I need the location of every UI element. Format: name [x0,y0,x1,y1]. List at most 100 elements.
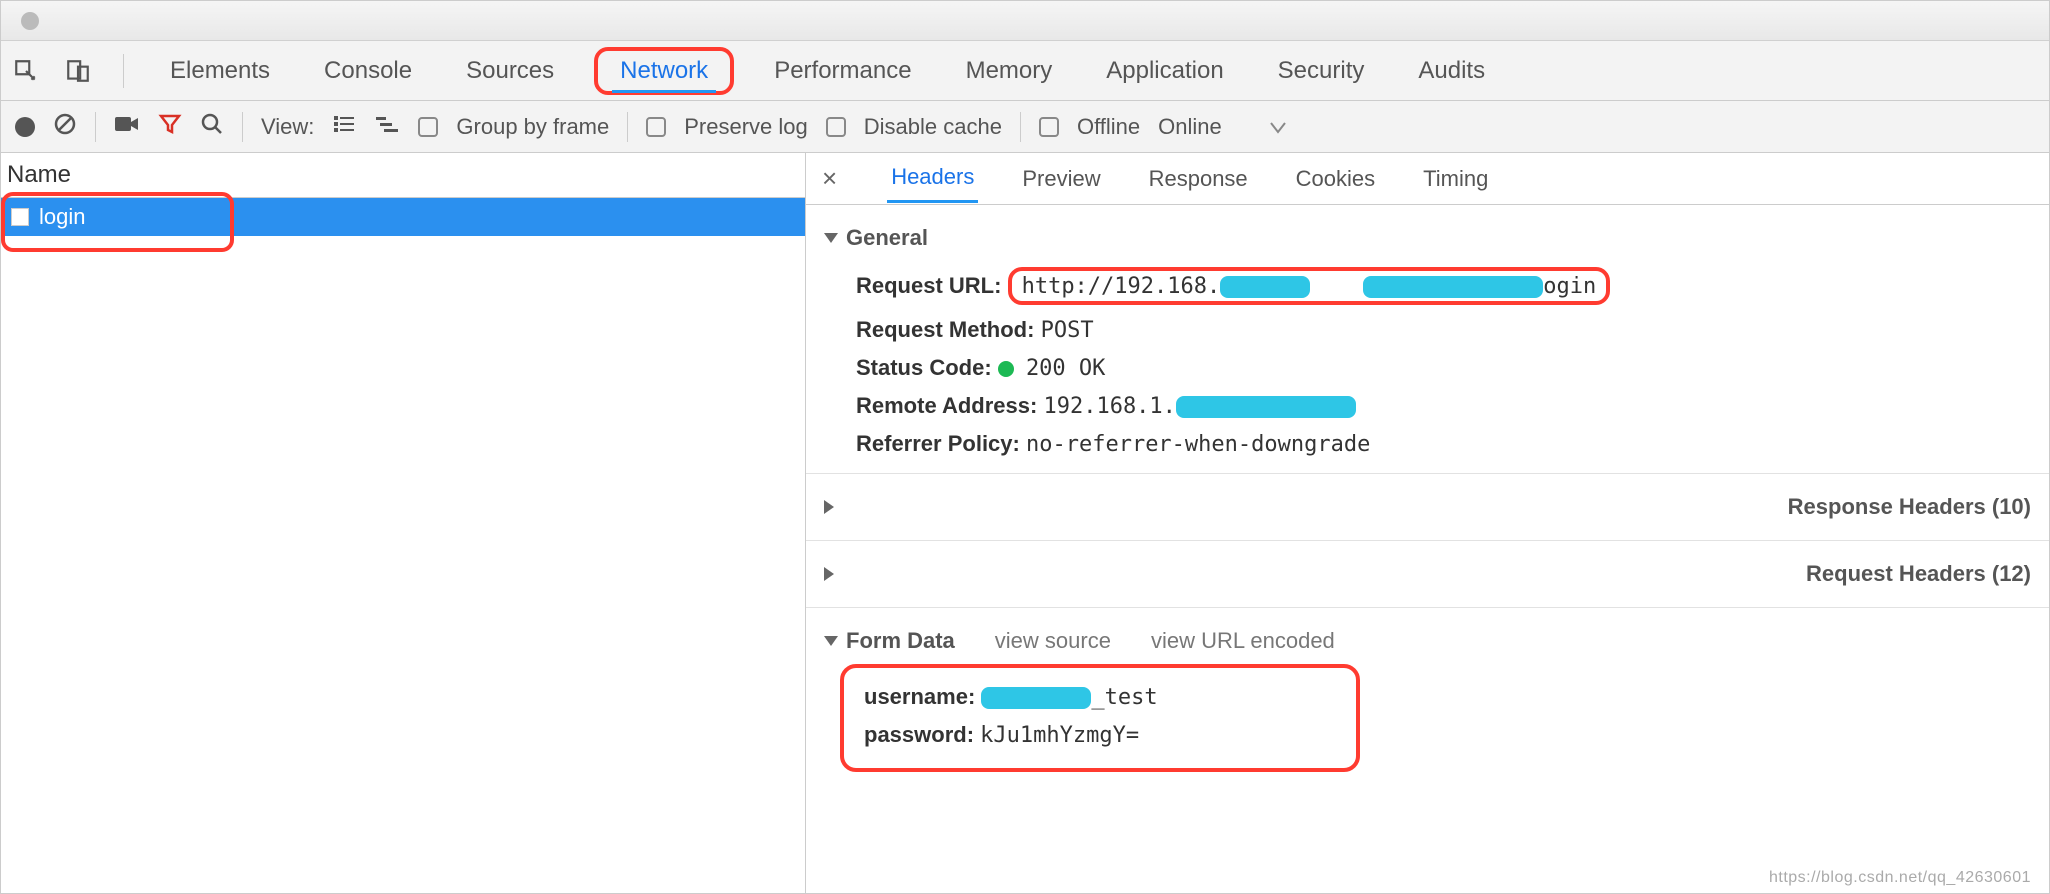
close-detail-icon[interactable]: × [822,163,847,194]
tab-headers[interactable]: Headers [887,154,978,203]
request-url-suffix: ogin [1543,274,1596,299]
group-by-frame-checkbox[interactable] [418,117,438,137]
row-password: password: kJu1mhYzmgY= [864,716,1336,754]
preserve-log-checkbox[interactable] [646,117,666,137]
inspect-icon[interactable] [13,58,39,84]
request-row-login[interactable]: login [1,198,805,236]
document-icon [11,208,29,226]
headers-panel: General Request URL: http://192.168. ogi… [806,205,2049,893]
disable-cache-checkbox[interactable] [826,117,846,137]
section-label: Response Headers (10) [1788,494,2031,520]
remote-address-label: Remote Address: [856,393,1037,418]
section-label: General [846,225,928,251]
search-icon[interactable] [200,112,224,142]
highlight-network-tab: Network [594,47,734,95]
row-request-url: Request URL: http://192.168. ogin [820,261,2035,311]
separator [627,112,628,142]
view-source-link[interactable]: view source [995,628,1111,654]
referrer-policy-label: Referrer Policy: [856,431,1020,456]
username-label: username: [864,684,975,709]
camera-icon[interactable] [114,114,140,140]
separator [242,112,243,142]
section-form-data[interactable]: Form Data view source view URL encoded [820,618,2035,664]
tab-audits[interactable]: Audits [1404,45,1499,97]
group-by-frame-label: Group by frame [456,114,609,140]
top-tabbar: Elements Console Sources Network Perform… [1,41,2049,101]
list-view-icon[interactable] [332,114,356,140]
disclosure-triangle-icon [824,500,1780,514]
section-response-headers[interactable]: Response Headers (10) [820,484,2035,530]
redaction [1220,276,1310,298]
password-label: password: [864,722,974,747]
view-url-encoded-link[interactable]: view URL encoded [1151,628,1335,654]
tab-network[interactable]: Network [612,51,716,93]
disclosure-triangle-icon [824,233,838,243]
network-toolbar: View: Group by frame Preserve log Disabl… [1,101,2049,153]
disclosure-triangle-icon [824,567,1798,581]
disclosure-triangle-icon [824,636,838,646]
referrer-policy-value: no-referrer-when-downgrade [1026,432,1370,457]
separator [1020,112,1021,142]
divider [806,473,2049,474]
name-column-header[interactable]: Name [1,153,805,198]
request-method-label: Request Method: [856,317,1034,342]
tab-performance[interactable]: Performance [760,45,925,97]
record-icon[interactable] [15,117,35,137]
online-label[interactable]: Online [1158,114,1222,140]
device-toggle-icon[interactable] [65,58,91,84]
offline-label: Offline [1077,114,1140,140]
tab-elements[interactable]: Elements [156,45,284,97]
section-label: Request Headers (12) [1806,561,2031,587]
content-split: Name login × Headers Preview Response Co… [1,153,2049,893]
tab-security[interactable]: Security [1264,45,1379,97]
waterfall-view-icon[interactable] [374,114,400,140]
devtools-window: Elements Console Sources Network Perform… [0,0,2050,894]
detail-tabbar: × Headers Preview Response Cookies Timin… [806,153,2049,205]
status-dot-icon [998,361,1014,377]
tab-cookies[interactable]: Cookies [1292,156,1379,202]
titlebar [1,1,2049,41]
redaction [981,687,1091,709]
section-label: Form Data [846,628,955,654]
row-status-code: Status Code: 200 OK [820,349,2035,387]
request-method-value: POST [1041,318,1094,343]
highlight-request-row: login [1,198,805,236]
clear-icon[interactable] [53,112,77,142]
highlight-form-data: username: _test password: kJu1mhYzmgY= [840,664,1360,772]
tab-application[interactable]: Application [1092,45,1237,97]
redaction [1176,396,1356,418]
request-url-label: Request URL: [856,273,1001,298]
tab-preview[interactable]: Preview [1018,156,1104,202]
remote-address-value: 192.168.1. [1043,394,1175,419]
offline-checkbox[interactable] [1039,117,1059,137]
tab-console[interactable]: Console [310,45,426,97]
section-request-headers[interactable]: Request Headers (12) [820,551,2035,597]
close-icon[interactable] [21,12,39,30]
disable-cache-label: Disable cache [864,114,1002,140]
username-suffix: _test [1091,685,1157,710]
status-code-label: Status Code: [856,355,992,380]
separator [123,54,124,88]
tab-sources[interactable]: Sources [452,45,568,97]
request-detail-panel: × Headers Preview Response Cookies Timin… [806,153,2049,893]
filter-icon[interactable] [158,112,182,142]
tab-timing[interactable]: Timing [1419,156,1492,202]
section-general[interactable]: General [820,215,2035,261]
view-label: View: [261,114,314,140]
redaction [1363,276,1543,298]
row-referrer-policy: Referrer Policy: no-referrer-when-downgr… [820,425,2035,463]
highlight-request-url: http://192.168. ogin [1008,267,1611,305]
tab-memory[interactable]: Memory [952,45,1067,97]
tab-response[interactable]: Response [1145,156,1252,202]
request-url-prefix: http://192.168. [1022,274,1221,299]
status-code-value: 200 OK [1026,356,1105,381]
request-list-panel: Name login [1,153,806,893]
throttle-dropdown-icon[interactable] [1270,114,1286,140]
separator [95,112,96,142]
request-name: login [39,204,85,230]
row-remote-address: Remote Address: 192.168.1. [820,387,2035,425]
divider [806,607,2049,608]
divider [806,540,2049,541]
row-username: username: _test [864,678,1336,716]
password-value: kJu1mhYzmgY= [980,723,1139,748]
